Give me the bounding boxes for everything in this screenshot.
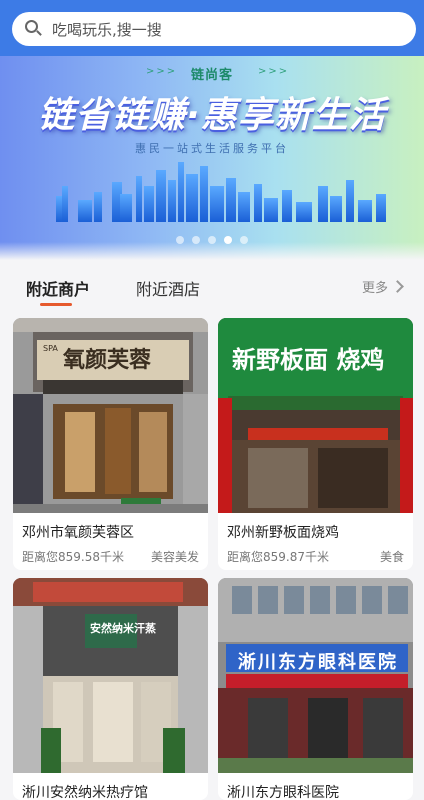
- banner-brand-tag: 链尚客: [190, 68, 233, 83]
- store-sign-text: 安然纳米汗蒸: [90, 622, 156, 635]
- banner-subtitle: 惠民一站式生活服务平台: [135, 142, 289, 155]
- banner-title: 链省链赚·惠享新生活: [38, 95, 386, 136]
- merchant-category: 美容美发: [150, 550, 199, 564]
- promo-banner[interactable]: >>> 链尚客 >>> 链省链赚·惠享新生活 惠民一站式生活服务平台: [0, 56, 424, 260]
- store-sign-text: 新野板面 烧鸡: [232, 346, 385, 374]
- merchant-name: 邓州新野板面烧鸡: [227, 525, 339, 541]
- merchant-card[interactable]: 淅川东方眼科医院 淅川东方眼科医院: [218, 578, 413, 800]
- merchant-card[interactable]: 新野板面 烧鸡 邓州新野板面烧鸡 距离您859.87千米 美食: [218, 318, 413, 570]
- active-tab-indicator: [40, 303, 72, 306]
- merchant-card[interactable]: 氧颜芙蓉 SPA 邓州市氧颜芙蓉区 距离您859.58千米 美容美发: [13, 318, 208, 570]
- store-sign-prefix: SPA: [43, 344, 58, 353]
- more-link[interactable]: 更多: [362, 277, 404, 296]
- tab-nearby-hotels[interactable]: 附近酒店: [136, 276, 200, 300]
- store-sign-text: 淅川东方眼科医院: [238, 652, 398, 673]
- city-skyline-graphic: [56, 162, 386, 222]
- merchant-card[interactable]: 安然纳米汗蒸 淅川安然纳米热疗馆: [13, 578, 208, 800]
- merchant-distance: 距离您859.87千米: [227, 550, 329, 564]
- merchant-tabs: 附近商户 附近酒店 更多: [0, 262, 424, 308]
- search-placeholder: 吃喝玩乐,搜一搜: [52, 20, 162, 39]
- tab-nearby-merchants[interactable]: 附近商户: [26, 276, 90, 300]
- search-input[interactable]: 吃喝玩乐,搜一搜: [12, 12, 416, 46]
- banner-fade: [0, 242, 424, 260]
- merchant-name: 邓州市氧颜芙蓉区: [22, 525, 134, 541]
- chevron-right-icon: [391, 280, 404, 293]
- merchant-name: 淅川东方眼科医院: [227, 785, 339, 800]
- merchant-name: 淅川安然纳米热疗馆: [22, 785, 148, 800]
- banner-arrows-right: >>>: [258, 66, 290, 77]
- store-sign-text: 氧颜芙蓉: [63, 347, 152, 373]
- header-bar: 吃喝玩乐,搜一搜: [0, 0, 424, 56]
- more-label: 更多: [362, 281, 389, 296]
- merchant-distance: 距离您859.58千米: [22, 550, 124, 564]
- merchant-category: 美食: [379, 550, 404, 564]
- search-icon: [24, 19, 44, 39]
- storefront-photo: [13, 578, 208, 773]
- storefront-photo: [218, 578, 413, 773]
